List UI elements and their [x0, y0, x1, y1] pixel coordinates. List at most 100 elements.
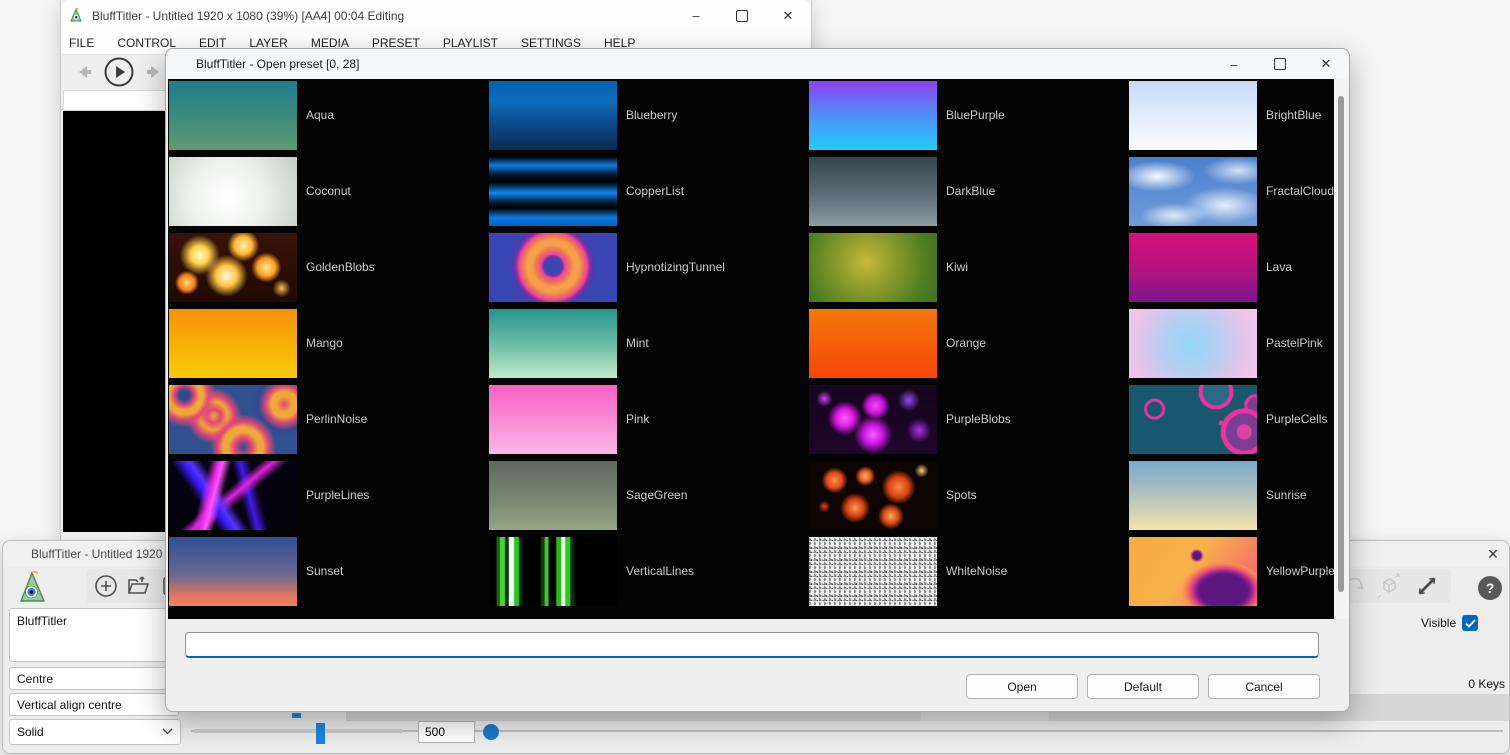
- preset-item[interactable]: PurpleBlobs: [809, 385, 1129, 461]
- preset-thumbnail[interactable]: [489, 309, 617, 378]
- preset-label: Mint: [626, 309, 649, 378]
- preset-item[interactable]: VerticalLines: [489, 537, 809, 613]
- main-maximize-button[interactable]: [719, 0, 765, 31]
- valign-field[interactable]: Vertical align centre: [9, 693, 179, 716]
- main-minimize-button[interactable]: –: [673, 0, 719, 31]
- preset-scrollbar-thumb[interactable]: [1338, 96, 1344, 592]
- preset-thumbnail[interactable]: [809, 233, 937, 302]
- layer-text-field[interactable]: BluffTitler: [9, 608, 179, 662]
- preset-item[interactable]: HypnotizingTunnel: [489, 233, 809, 309]
- timeline-slider-thumb[interactable]: [483, 724, 499, 740]
- preset-item[interactable]: Kiwi: [809, 233, 1129, 309]
- preset-item[interactable]: PurpleLines: [169, 461, 489, 537]
- preset-thumbnail[interactable]: [1129, 233, 1257, 302]
- preset-label: Mango: [306, 309, 343, 378]
- preset-thumbnail[interactable]: [809, 537, 937, 606]
- preset-thumbnail[interactable]: [169, 461, 297, 530]
- properties-close-button[interactable]: ✕: [1483, 545, 1503, 563]
- preset-filename-input[interactable]: [185, 632, 1319, 658]
- preset-thumbnail[interactable]: [169, 309, 297, 378]
- preset-item[interactable]: Blueberry: [489, 81, 809, 157]
- previous-arrow-icon[interactable]: [75, 64, 93, 80]
- preset-thumbnail[interactable]: [169, 157, 297, 226]
- preset-thumbnail[interactable]: [1129, 385, 1257, 454]
- value-slider-thumb[interactable]: [316, 723, 325, 744]
- preset-item[interactable]: Aqua: [169, 81, 489, 157]
- add-layer-icon[interactable]: [92, 572, 120, 600]
- preset-thumbnail[interactable]: [169, 233, 297, 302]
- preset-thumbnail[interactable]: [489, 81, 617, 150]
- open-button[interactable]: Open: [966, 674, 1078, 699]
- preset-item[interactable]: Mint: [489, 309, 809, 385]
- cancel-button[interactable]: Cancel: [1208, 674, 1320, 699]
- preset-item[interactable]: YellowPurpleBlobs: [1129, 537, 1334, 613]
- preset-thumbnail[interactable]: [489, 157, 617, 226]
- preset-label: Sunrise: [1266, 461, 1307, 530]
- position-field[interactable]: Centre: [9, 667, 179, 690]
- preset-item[interactable]: BrightBlue: [1129, 81, 1334, 157]
- preset-label: Spots: [946, 461, 977, 530]
- preset-thumbnail[interactable]: [1129, 309, 1257, 378]
- cube-3d-icon[interactable]: [1375, 572, 1403, 600]
- preset-thumbnail[interactable]: [169, 537, 297, 606]
- preset-item[interactable]: DarkBlue: [809, 157, 1129, 233]
- preset-item[interactable]: GoldenBlobs: [169, 233, 489, 309]
- preset-item[interactable]: Coconut: [169, 157, 489, 233]
- preset-thumbnail[interactable]: [1129, 81, 1257, 150]
- dialog-minimize-button[interactable]: –: [1211, 49, 1257, 79]
- preset-thumbnail[interactable]: [489, 461, 617, 530]
- help-button[interactable]: ?: [1478, 576, 1502, 600]
- preset-label: BrightBlue: [1266, 81, 1321, 150]
- preset-thumbnail[interactable]: [489, 233, 617, 302]
- timeline-playhead[interactable]: [292, 713, 301, 718]
- main-text-input[interactable]: [63, 90, 169, 111]
- preset-thumbnail[interactable]: [1129, 157, 1257, 226]
- preset-item[interactable]: Sunrise: [1129, 461, 1334, 537]
- preset-item[interactable]: SageGreen: [489, 461, 809, 537]
- preset-thumbnail[interactable]: [489, 385, 617, 454]
- preset-item[interactable]: Spots: [809, 461, 1129, 537]
- scale-diagonal-icon[interactable]: [1413, 572, 1441, 600]
- dialog-titlebar[interactable]: BluffTitler - Open preset [0, 28] – ✕: [166, 49, 1349, 79]
- preset-item[interactable]: Sunset: [169, 537, 489, 613]
- preset-label: Aqua: [306, 81, 334, 150]
- preset-item[interactable]: WhiteNoise: [809, 537, 1129, 613]
- preset-thumbnail[interactable]: [809, 309, 937, 378]
- open-media-icon[interactable]: [125, 572, 153, 600]
- render-viewport[interactable]: [63, 111, 169, 532]
- dialog-maximize-button[interactable]: [1257, 49, 1303, 79]
- preset-item[interactable]: PastelPink: [1129, 309, 1334, 385]
- preset-thumbnail[interactable]: [1129, 537, 1257, 606]
- style-dropdown[interactable]: Solid: [9, 719, 181, 745]
- preset-thumbnail[interactable]: [809, 157, 937, 226]
- preset-thumbnail[interactable]: [169, 81, 297, 150]
- dialog-close-button[interactable]: ✕: [1303, 49, 1349, 79]
- preset-thumbnail[interactable]: [809, 461, 937, 530]
- preset-scrollbar[interactable]: [1334, 79, 1349, 619]
- preset-item[interactable]: CopperList: [489, 157, 809, 233]
- menu-control[interactable]: CONTROL: [117, 36, 176, 50]
- preset-thumbnail[interactable]: [489, 537, 617, 606]
- play-button[interactable]: [103, 56, 135, 88]
- preset-thumbnail[interactable]: [1129, 461, 1257, 530]
- preset-item[interactable]: BluePurple: [809, 81, 1129, 157]
- preset-item[interactable]: Lava: [1129, 233, 1334, 309]
- preset-thumbnail[interactable]: [809, 81, 937, 150]
- preset-item[interactable]: Orange: [809, 309, 1129, 385]
- next-arrow-icon[interactable]: [145, 64, 163, 80]
- main-close-button[interactable]: ✕: [765, 0, 811, 31]
- visible-checkbox[interactable]: [1462, 615, 1478, 631]
- preset-thumbnail[interactable]: [169, 385, 297, 454]
- default-button[interactable]: Default: [1087, 674, 1199, 699]
- size-input[interactable]: [418, 721, 475, 743]
- value-slider-track[interactable]: [193, 729, 403, 733]
- main-window-titlebar[interactable]: BluffTitler - Untitled 1920 x 1080 (39%)…: [61, 0, 811, 31]
- preset-item[interactable]: PurpleCells: [1129, 385, 1334, 461]
- preset-thumbnail[interactable]: [809, 385, 937, 454]
- preset-item[interactable]: PerlinNoise: [169, 385, 489, 461]
- preset-item[interactable]: FractalCloud: [1129, 157, 1334, 233]
- preset-item[interactable]: Pink: [489, 385, 809, 461]
- keys-count-label: 0 Keys: [1468, 677, 1505, 691]
- menu-file[interactable]: FILE: [69, 36, 94, 50]
- preset-item[interactable]: Mango: [169, 309, 489, 385]
